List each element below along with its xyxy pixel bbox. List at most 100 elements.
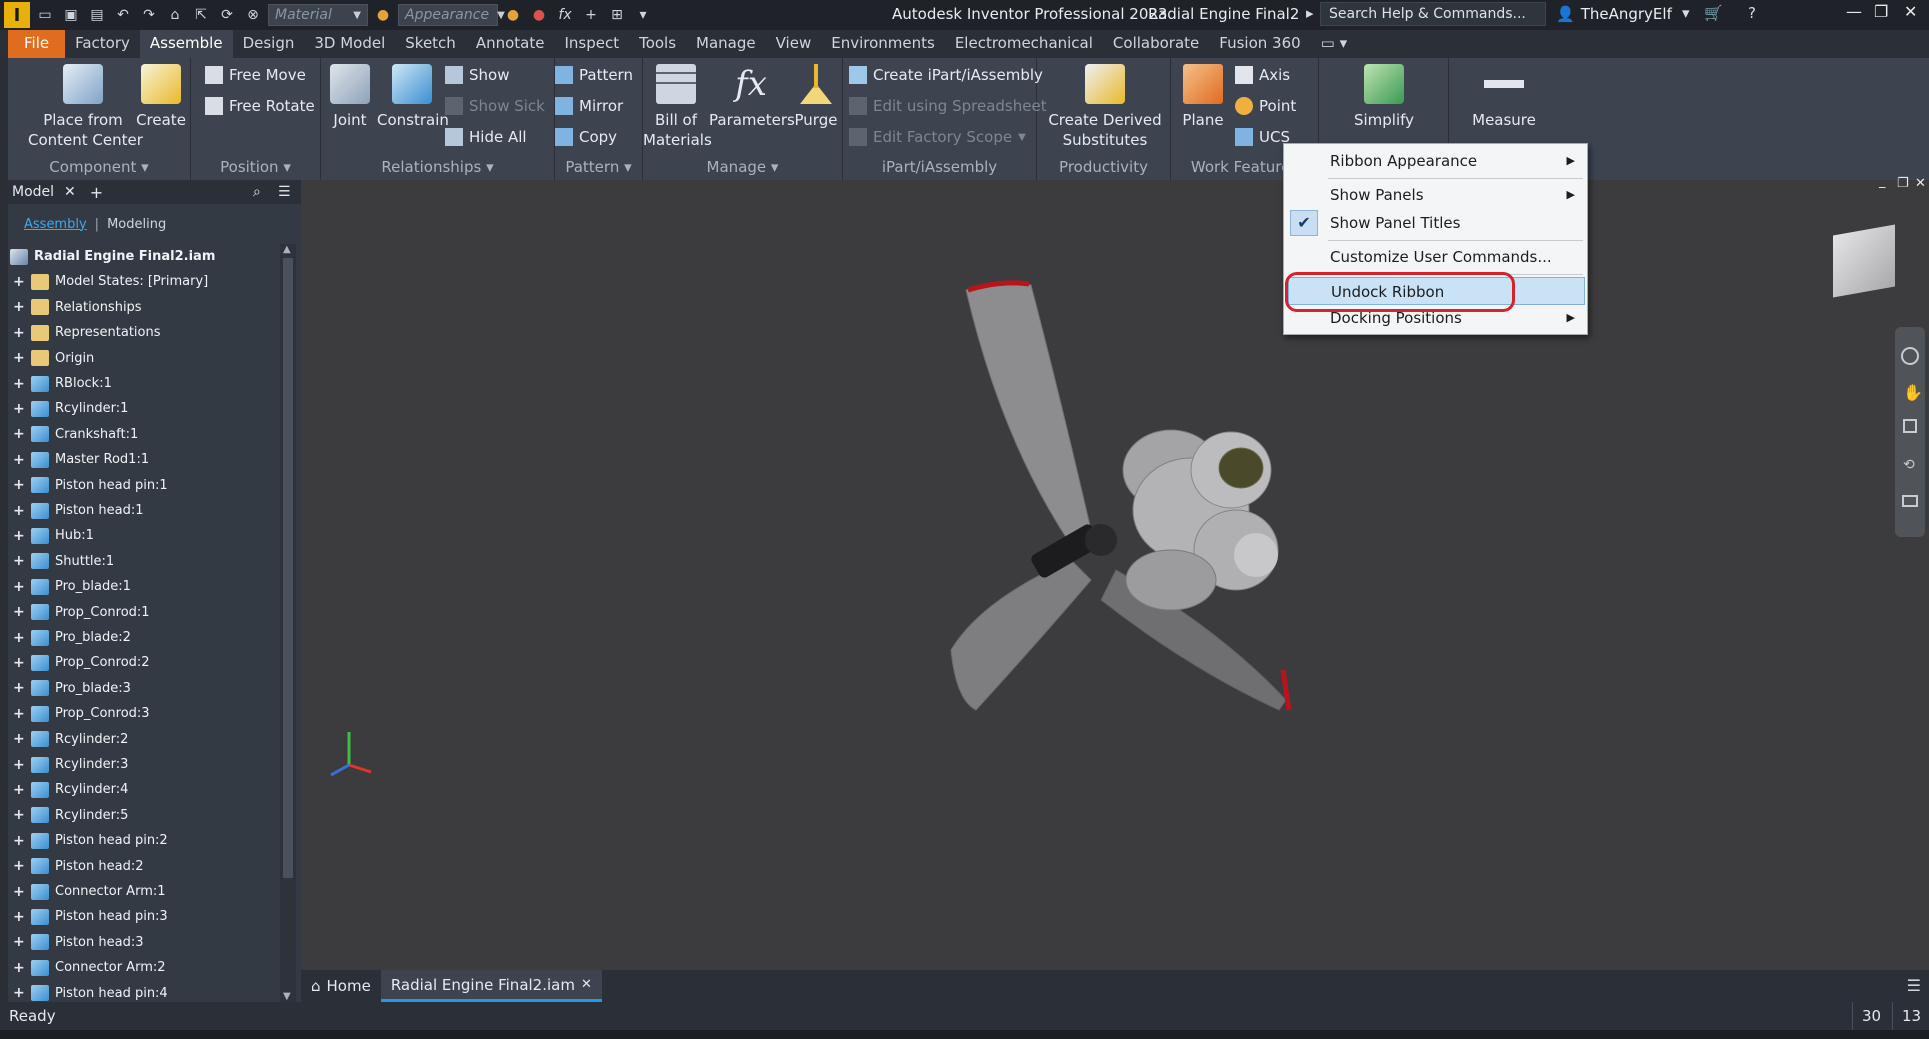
tab-active-document[interactable]: Radial Engine Final2.iam ✕ [380, 970, 602, 1002]
adjust-icon[interactable]: ● [502, 4, 524, 26]
tree-node[interactable]: + Pro_blade:2 [8, 625, 280, 650]
pan-icon[interactable]: ✋ [1903, 383, 1923, 402]
purge-button[interactable]: Purge [791, 64, 841, 130]
tree-node[interactable]: + Piston head pin:2 [8, 828, 280, 853]
tree-node[interactable]: + Prop_Conrod:2 [8, 650, 280, 675]
undo-icon[interactable]: ↶ [112, 4, 134, 26]
tree-node[interactable]: + Rcylinder:1 [8, 396, 280, 421]
scroll-up-icon[interactable]: ▲ [283, 244, 291, 255]
redo-icon[interactable]: ↷ [138, 4, 160, 26]
open-folder-icon[interactable]: ▣ [60, 4, 82, 26]
appearance-dropdown[interactable]: Appearance ▼ [398, 4, 505, 26]
minimize-icon[interactable]: — [1846, 2, 1862, 21]
tree-node[interactable]: + Prop_Conrod:3 [8, 701, 280, 726]
expand-icon[interactable]: + [13, 350, 25, 366]
appearance-ball-icon[interactable]: ⊗ [242, 4, 264, 26]
constrain-button[interactable]: Constrain [377, 64, 449, 130]
tree-node[interactable]: + Master Rod1:1 [8, 447, 280, 472]
chevron-down-icon[interactable]: ▾ [1682, 4, 1690, 22]
viewport-close-icon[interactable]: ✕ [1915, 176, 1926, 191]
axis-button[interactable]: Axis [1235, 66, 1290, 84]
steering-wheel-icon[interactable] [1901, 347, 1919, 365]
material-dropdown[interactable]: Material ▼ [268, 4, 368, 26]
tree-node[interactable]: + Rcylinder:4 [8, 777, 280, 802]
ilogic-icon[interactable]: ⊞ [606, 4, 628, 26]
panel-title-component[interactable]: Component ▾ [8, 158, 190, 176]
browser-title[interactable]: Model [12, 184, 54, 200]
tab-manage[interactable]: Manage [686, 30, 766, 58]
expand-icon[interactable]: + [13, 604, 25, 620]
tab-modeling[interactable]: Modeling [99, 217, 174, 232]
chevron-right-icon[interactable]: ▸ [1306, 4, 1314, 22]
color-wheel-icon[interactable]: ● [372, 4, 394, 26]
tree-node[interactable]: + Rcylinder:3 [8, 752, 280, 777]
joint-button[interactable]: Joint [325, 64, 375, 130]
orbit-icon[interactable]: ⟲ [1903, 457, 1915, 473]
view-cube[interactable] [1833, 224, 1895, 298]
expand-icon[interactable]: + [13, 426, 25, 442]
free-move-button[interactable]: Free Move [205, 66, 306, 84]
tree-node[interactable]: + Relationships [8, 295, 280, 320]
tab-annotate[interactable]: Annotate [466, 30, 555, 58]
tab-assemble[interactable]: Assemble [139, 30, 233, 58]
home-icon[interactable]: ⌂ [164, 4, 186, 26]
plus-icon[interactable]: + [90, 183, 103, 202]
tree-node[interactable]: + Hub:1 [8, 523, 280, 548]
point-button[interactable]: Point [1235, 97, 1296, 115]
expand-icon[interactable]: + [13, 985, 25, 1001]
expand-icon[interactable]: + [13, 274, 25, 290]
ucs-button[interactable]: UCS [1235, 128, 1290, 146]
tree-node[interactable]: + Shuttle:1 [8, 549, 280, 574]
search-input[interactable]: Search Help & Commands... [1320, 2, 1546, 26]
expand-icon[interactable]: + [13, 934, 25, 950]
look-at-icon[interactable] [1902, 495, 1918, 507]
expand-icon[interactable]: + [13, 909, 25, 925]
viewport-minimize-icon[interactable]: _ [1879, 174, 1886, 189]
expand-icon[interactable]: + [13, 452, 25, 468]
tab-3d-model[interactable]: 3D Model [304, 30, 395, 58]
expand-icon[interactable]: + [13, 706, 25, 722]
pattern-button[interactable]: Pattern [555, 66, 633, 84]
tree-node[interactable]: + Rcylinder:2 [8, 727, 280, 752]
graphics-viewport[interactable]: _ ❐ ✕ ✋ ⟲ [301, 174, 1929, 970]
expand-icon[interactable]: + [13, 858, 25, 874]
close-icon[interactable]: ✕ [1904, 2, 1917, 21]
tab-file[interactable]: File [8, 30, 66, 58]
restore-icon[interactable]: ❐ [1874, 2, 1888, 21]
simplify-button[interactable]: Simplify [1339, 64, 1429, 130]
clear-appearance-icon[interactable]: ● [528, 4, 550, 26]
plane-button[interactable]: Plane [1175, 64, 1231, 130]
panel-title-relationships[interactable]: Relationships ▾ [321, 158, 554, 176]
save-icon[interactable]: ▤ [86, 4, 108, 26]
expand-icon[interactable]: + [13, 325, 25, 341]
tree-node[interactable]: + Pro_blade:3 [8, 676, 280, 701]
tab-sketch[interactable]: Sketch [395, 30, 466, 58]
tab-inspect[interactable]: Inspect [554, 30, 629, 58]
menu-item-ribbon-appearance[interactable]: Ribbon Appearance ▶ [1284, 147, 1587, 175]
tree-node[interactable]: + Piston head pin:1 [8, 473, 280, 498]
fx-icon[interactable]: fx [554, 4, 576, 26]
close-icon[interactable]: ✕ [581, 977, 592, 992]
menu-item-show-panel-titles[interactable]: Show Panel Titles [1284, 209, 1587, 237]
expand-icon[interactable]: + [13, 579, 25, 595]
tab-factory[interactable]: Factory [65, 30, 140, 58]
close-icon[interactable]: ✕ [64, 184, 76, 200]
tree-node[interactable]: + Connector Arm:1 [8, 879, 280, 904]
update-icon[interactable]: ⟳ [216, 4, 238, 26]
parameters-button[interactable]: fx Parameters [709, 64, 795, 130]
tab-collaborate[interactable]: Collaborate [1103, 30, 1209, 58]
edit-factory-scope-button[interactable]: Edit Factory Scope ▼ [849, 128, 1026, 146]
tree-node[interactable]: + Piston head:1 [8, 498, 280, 523]
show-button[interactable]: Show [445, 66, 509, 84]
expand-icon[interactable]: + [13, 630, 25, 646]
bom-button[interactable]: Bill of Materials [643, 64, 712, 150]
expand-icon[interactable]: + [13, 401, 25, 417]
zoom-window-icon[interactable] [1903, 419, 1917, 433]
free-rotate-button[interactable]: Free Rotate [205, 97, 315, 115]
expand-icon[interactable]: + [13, 553, 25, 569]
tree-node[interactable]: + Pro_blade:1 [8, 574, 280, 599]
expand-icon[interactable]: + [13, 757, 25, 773]
tree-node[interactable]: + Piston head:3 [8, 930, 280, 955]
tab-home[interactable]: ⌂ Home [301, 970, 381, 1002]
expand-icon[interactable]: + [13, 807, 25, 823]
